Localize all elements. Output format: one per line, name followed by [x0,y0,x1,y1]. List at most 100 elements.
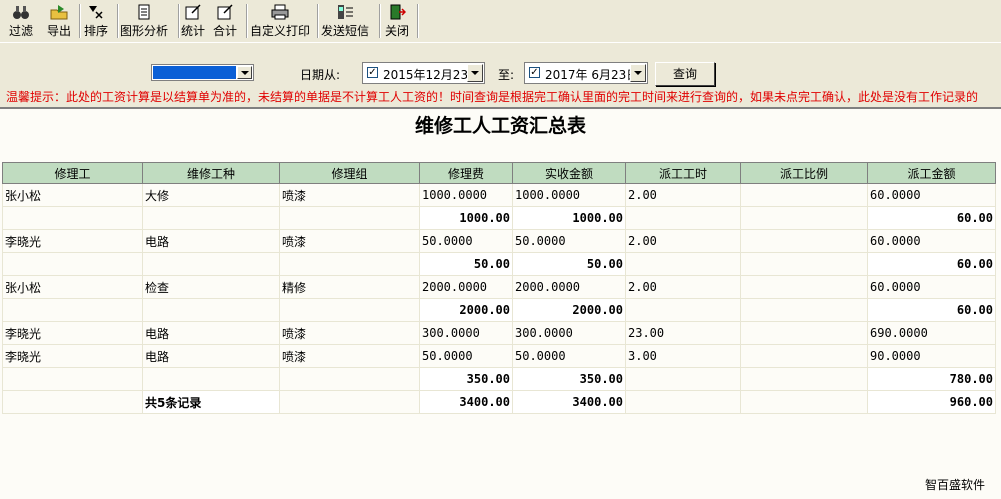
group-combo-value [153,66,236,79]
close-door-icon [388,4,406,20]
table-cell: 300.0000 [512,321,626,345]
chevron-down-icon[interactable] [467,64,483,82]
column-header[interactable]: 派工工时 [625,162,741,184]
toolbar-separator [317,4,319,38]
toolbar-separator [117,4,119,38]
table-cell [740,367,868,391]
column-header[interactable]: 派工比例 [740,162,868,184]
table-cell: 1000.00 [419,206,513,230]
table-cell: 喷漆 [279,183,420,207]
table-cell: 2000.0000 [512,275,626,299]
table-cell: 1000.0000 [512,183,626,207]
toolbar-separator [79,4,81,38]
table-cell [625,298,741,322]
table-cell: 2.00 [625,183,741,207]
table-cell [740,252,868,276]
table-cell [740,344,868,368]
toolbar-button-label: 发送短信 [321,24,370,38]
column-header[interactable]: 修理工 [2,162,143,184]
toolbar-button-4[interactable]: 统计 [181,3,205,39]
table-cell [279,367,420,391]
table-cell [2,367,143,391]
toolbar-separator [379,4,381,38]
table-cell: 李晓光 [2,229,143,253]
date-from-value: 2015年12月23日 [383,68,481,82]
toolbar-button-label: 导出 [47,24,72,38]
column-header[interactable]: 实收金额 [512,162,626,184]
chevron-down-icon[interactable] [237,66,252,79]
date-to-picker[interactable]: ✓ 2017年 6月23日 [524,62,648,84]
table-cell: 50.0000 [512,229,626,253]
table-row: 李晓光 电路 喷漆 50.0000 50.0000 3.00 90.0000 [2,344,996,368]
column-header[interactable]: 修理组 [279,162,420,184]
table-cell: 300.0000 [419,321,513,345]
toolbar-button-2[interactable]: 排序 [84,3,108,39]
table-cell: 960.00 [867,390,996,414]
table-cell: 2.00 [625,275,741,299]
toolbar-separator [246,4,248,38]
column-header[interactable]: 维修工种 [142,162,280,184]
total-icon [216,4,234,20]
subtotal-row: 1000.00 1000.00 60.00 [2,206,996,230]
toolbar-button-3[interactable]: 图形分析 [120,3,168,39]
toolbar-button-label: 统计 [181,24,206,38]
table-cell [279,252,420,276]
table-cell [625,206,741,230]
table-cell [740,229,868,253]
table-cell [279,298,420,322]
table-cell: 23.00 [625,321,741,345]
table-cell: 780.00 [867,367,996,391]
table-cell [2,252,143,276]
toolbar-button-label: 过滤 [9,24,34,38]
table-cell: 检查 [142,275,280,299]
toolbar-button-0[interactable]: 过滤 [9,3,33,39]
table-cell: 共5条记录 [142,390,280,414]
query-button[interactable]: 查询 [655,62,715,86]
table-cell: 电路 [142,344,280,368]
table-cell: 50.00 [419,252,513,276]
toolbar-button-7[interactable]: 发送短信 [321,3,369,39]
toolbar-button-1[interactable]: 导出 [47,3,71,39]
toolbar-button-8[interactable]: 关闭 [385,3,409,39]
table-cell: 2000.0000 [419,275,513,299]
chevron-down-icon[interactable] [630,64,646,82]
table-cell [625,252,741,276]
date-to-checkbox[interactable]: ✓ [529,67,540,78]
date-from-picker[interactable]: ✓ 2015年12月23日 [362,62,485,84]
table-cell [740,275,868,299]
vendor-name: 智百盛软件 [924,478,985,492]
table-cell: 50.0000 [419,229,513,253]
table-cell: 喷漆 [279,321,420,345]
toolbar-button-label: 自定义打印 [250,24,311,38]
toolbar-button-5[interactable]: 合计 [213,3,237,39]
table-cell [279,390,420,414]
table-row: 李晓光 电路 喷漆 50.0000 50.0000 2.00 60.0000 [2,229,996,253]
table-cell [740,206,868,230]
table-cell: 2000.00 [512,298,626,322]
sort-icon [87,4,105,20]
table-cell: 电路 [142,321,280,345]
warm-tip-text: 温馨提示：此处的工资计算是以结算单为准的，未结算的单据是不计算工人工资的！时间查… [6,90,979,104]
column-header[interactable]: 派工金额 [867,162,996,184]
toolbar-separator [417,4,419,38]
table-cell: 690.0000 [867,321,996,345]
table-cell: 李晓光 [2,321,143,345]
sms-icon [336,4,354,20]
table-cell: 1000.00 [512,206,626,230]
table-cell: 60.0000 [867,275,996,299]
report-title: 维修工人工资汇总表 [414,115,586,137]
table-cell [2,298,143,322]
table-cell: 大修 [142,183,280,207]
group-combo[interactable] [151,64,254,81]
date-to-value: 2017年 6月23日 [545,68,639,82]
column-header[interactable]: 修理费 [419,162,513,184]
table-cell: 2.00 [625,229,741,253]
printer-icon [271,4,289,20]
export-icon [50,4,68,20]
table-cell: 电路 [142,229,280,253]
table-cell [279,206,420,230]
table-cell: 350.00 [512,367,626,391]
subtotal-row: 50.00 50.00 60.00 [2,252,996,276]
toolbar-button-6[interactable]: 自定义打印 [250,3,310,39]
date-from-checkbox[interactable]: ✓ [367,67,378,78]
